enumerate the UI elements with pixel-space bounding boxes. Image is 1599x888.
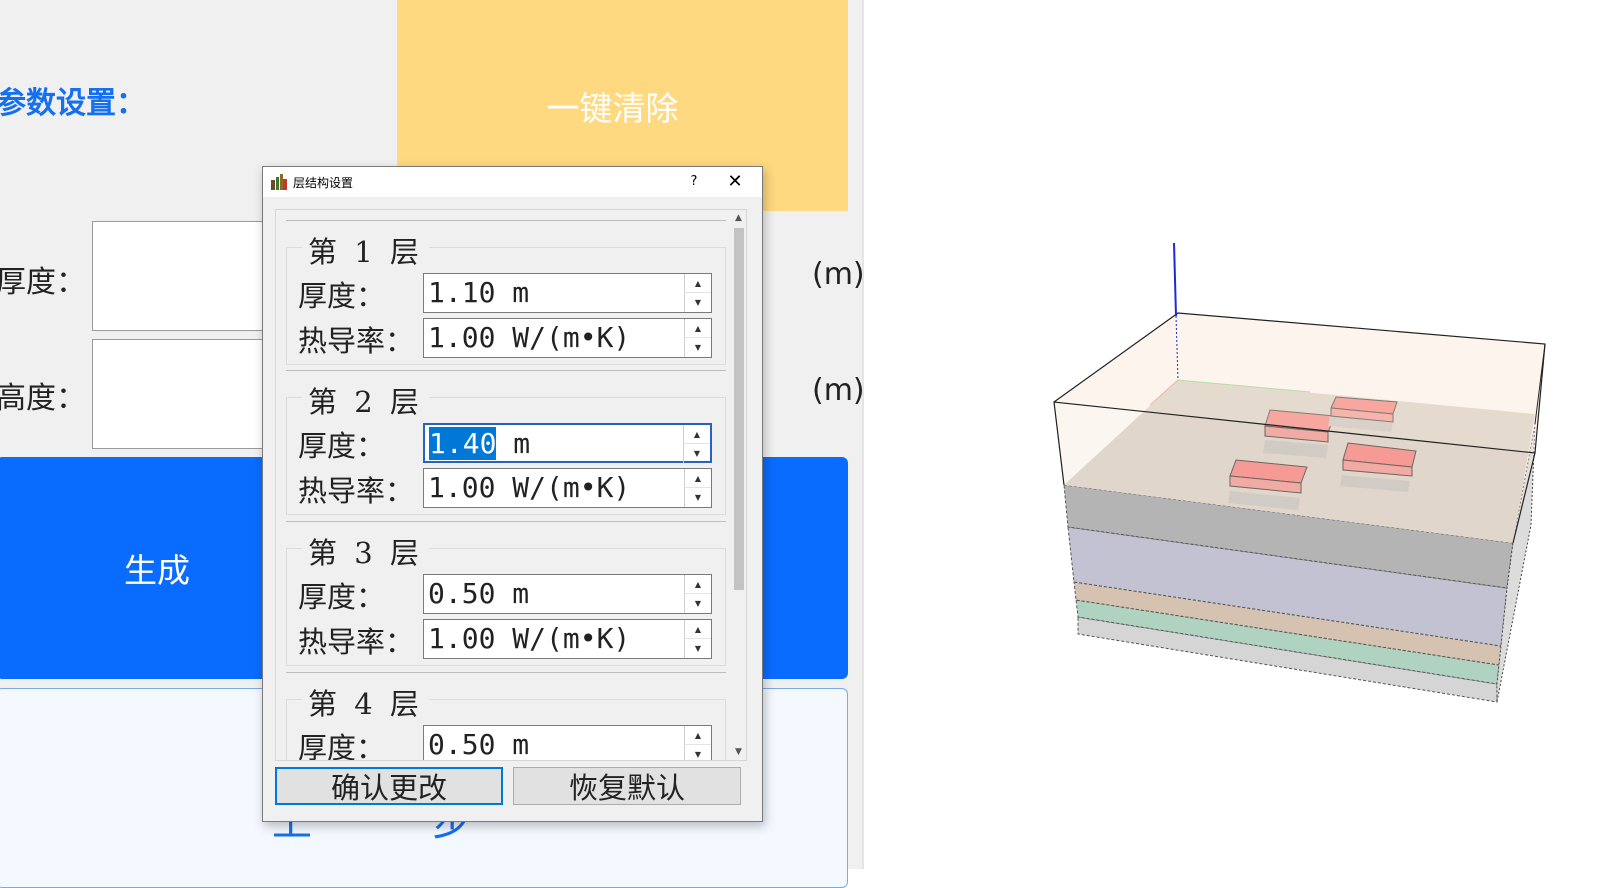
height-input[interactable] xyxy=(92,339,282,449)
spin-down-icon[interactable]: ▼ xyxy=(684,639,711,658)
conductivity-value[interactable]: 1.00 W/(m•K) xyxy=(428,321,630,354)
layer-title: 第 3 层 xyxy=(302,530,429,572)
layer-title: 第 1 层 xyxy=(302,229,429,271)
model-3d-view[interactable] xyxy=(864,0,1599,869)
scroll-up-icon[interactable]: ▲ xyxy=(731,210,746,226)
layer-group-2: 第 2 层 厚度： 1.40 m ▲ ▼ 热导率： 1.00 W/(m•K) ▲… xyxy=(286,370,726,515)
spin-down-icon[interactable]: ▼ xyxy=(684,745,711,760)
thickness-label: 厚度： xyxy=(298,731,386,761)
thickness-unit: (m) xyxy=(812,257,865,292)
restore-defaults-button[interactable]: 恢复默认 xyxy=(513,767,741,805)
axis-z-line xyxy=(1173,242,1177,317)
thickness-spinbox[interactable]: 1.40 m ▲ ▼ xyxy=(423,423,712,463)
spin-down-icon[interactable]: ▼ xyxy=(684,293,711,312)
thickness-value[interactable]: 0.50 m xyxy=(428,728,529,760)
app-icon xyxy=(271,174,287,190)
conductivity-label: 热导率： xyxy=(298,625,415,659)
height-unit: (m) xyxy=(812,373,865,408)
conductivity-spinbox[interactable]: 1.00 W/(m•K) ▲ ▼ xyxy=(423,318,712,358)
layer-group-1: 第 1 层 厚度： 1.10 m ▲ ▼ 热导率： 1.00 W/(m•K) ▲… xyxy=(286,220,726,365)
layer-structure-dialog: 层结构设置 ? ✕ 第 1 层 厚度： 1.10 m ▲ ▼ 热导率： 1.00… xyxy=(262,166,763,822)
selected-text[interactable]: 1.40 xyxy=(429,427,497,460)
spin-up-icon[interactable]: ▲ xyxy=(683,425,710,444)
thickness-spinbox[interactable]: 0.50 m ▲ ▼ xyxy=(423,574,712,614)
thickness-spinbox[interactable]: 1.10 m ▲ ▼ xyxy=(423,273,712,313)
help-button[interactable]: ? xyxy=(683,171,705,193)
layers-scroll-area[interactable]: 第 1 层 厚度： 1.10 m ▲ ▼ 热导率： 1.00 W/(m•K) ▲… xyxy=(275,209,747,761)
spin-down-icon[interactable]: ▼ xyxy=(684,338,711,357)
scroll-thumb[interactable] xyxy=(734,228,744,590)
layer-group-4: 第 4 层 厚度： 0.50 m ▲ ▼ xyxy=(286,672,726,761)
params-title: 参数设置： xyxy=(0,86,146,121)
thickness-spinbox[interactable]: 0.50 m ▲ ▼ xyxy=(423,725,712,760)
generate-button-label: 生成 xyxy=(124,551,190,590)
thickness-value[interactable]: 1.40 m xyxy=(429,427,530,460)
spin-up-icon[interactable]: ▲ xyxy=(684,274,711,293)
thickness-value[interactable]: 0.50 m xyxy=(428,577,529,610)
conductivity-value[interactable]: 1.00 W/(m•K) xyxy=(428,622,630,655)
conductivity-spinbox[interactable]: 1.00 W/(m•K) ▲ ▼ xyxy=(423,619,712,659)
confirm-changes-button[interactable]: 确认更改 xyxy=(275,767,503,805)
height-label: 高度： xyxy=(0,381,86,416)
layer-title: 第 4 层 xyxy=(302,681,429,723)
close-icon[interactable]: ✕ xyxy=(723,171,747,193)
layer-group-3: 第 3 层 厚度： 0.50 m ▲ ▼ 热导率： 1.00 W/(m•K) ▲… xyxy=(286,521,726,666)
vertical-scrollbar[interactable]: ▲ ▼ xyxy=(731,210,746,760)
spin-up-icon[interactable]: ▲ xyxy=(684,319,711,338)
thickness-label: 厚度： xyxy=(298,580,386,614)
conductivity-label: 热导率： xyxy=(298,324,415,358)
layer-model-drawing xyxy=(1053,242,1546,703)
spin-down-icon[interactable]: ▼ xyxy=(684,488,711,507)
scroll-down-icon[interactable]: ▼ xyxy=(731,744,746,760)
conductivity-spinbox[interactable]: 1.00 W/(m•K) ▲ ▼ xyxy=(423,468,712,508)
dialog-title: 层结构设置 xyxy=(293,176,354,190)
thickness-input[interactable] xyxy=(92,221,282,331)
thickness-unit: m xyxy=(496,427,531,460)
thickness-value[interactable]: 1.10 m xyxy=(428,276,529,309)
spin-up-icon[interactable]: ▲ xyxy=(684,726,711,745)
conductivity-value[interactable]: 1.00 W/(m•K) xyxy=(428,471,630,504)
spin-up-icon[interactable]: ▲ xyxy=(684,469,711,488)
spin-up-icon[interactable]: ▲ xyxy=(684,620,711,639)
conductivity-label: 热导率： xyxy=(298,474,415,508)
layer-title: 第 2 层 xyxy=(302,379,429,421)
thickness-label: 厚度： xyxy=(0,265,86,300)
dialog-titlebar[interactable]: 层结构设置 ? ✕ xyxy=(263,167,762,197)
thickness-label: 厚度： xyxy=(298,429,386,463)
spin-up-icon[interactable]: ▲ xyxy=(684,575,711,594)
spin-down-icon[interactable]: ▼ xyxy=(683,444,710,463)
thickness-label: 厚度： xyxy=(298,279,386,313)
spin-down-icon[interactable]: ▼ xyxy=(684,594,711,613)
